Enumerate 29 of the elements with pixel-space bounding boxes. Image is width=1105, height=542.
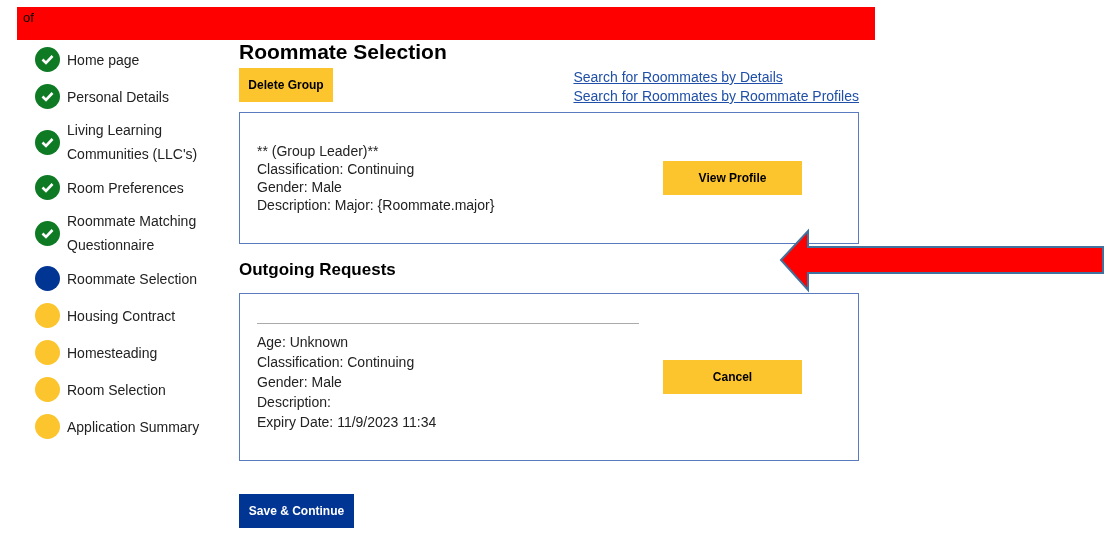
request-detail: Classification: Continuing [257,352,416,372]
section-title: Outgoing Requests [239,260,397,280]
step-label[interactable]: Homesteading [67,340,212,365]
step-label[interactable]: Home page [67,47,212,72]
member-detail: Classification: Continuing [257,160,416,178]
step-label[interactable]: Housing Contract [67,303,212,328]
request-detail: Gender: Male [257,372,343,392]
step-label[interactable]: Living Learning Communities (LLC's) [67,118,212,166]
member-detail: ** (Group Leader)** [257,142,380,160]
search-link[interactable]: Search for Roommates by Roommate Profiles [573,87,859,106]
page-title: Roommate Selection [239,40,448,64]
step-label[interactable]: Roommate Selection [67,266,212,291]
step-label[interactable]: Room Selection [67,377,212,402]
top-bar-text: of [22,9,34,26]
member-detail: Gender: Male [257,178,343,196]
cancel-button[interactable]: Cancel [663,360,802,394]
delete-group-button[interactable]: Delete Group [239,68,333,102]
request-detail: Expiry Date: 11/9/2023 11:34 [257,412,438,432]
request-detail: Description: [257,392,332,412]
member-detail: Description: Major: {Roommate.major} [257,196,496,214]
step-label[interactable]: Personal Details [67,84,212,109]
search-link[interactable]: Search for Roommates by Details [573,68,859,87]
save-continue-button[interactable]: Save & Continue [239,494,354,528]
step-label[interactable]: Room Preferences [67,175,212,200]
arrow-icon [778,228,1105,294]
step-label[interactable]: Roommate Matching Questionnaire [67,209,212,257]
request-detail: Age: Unknown [257,332,350,352]
step-label[interactable]: Application Summary [67,414,212,439]
view-profile-button[interactable]: View Profile [663,161,802,195]
